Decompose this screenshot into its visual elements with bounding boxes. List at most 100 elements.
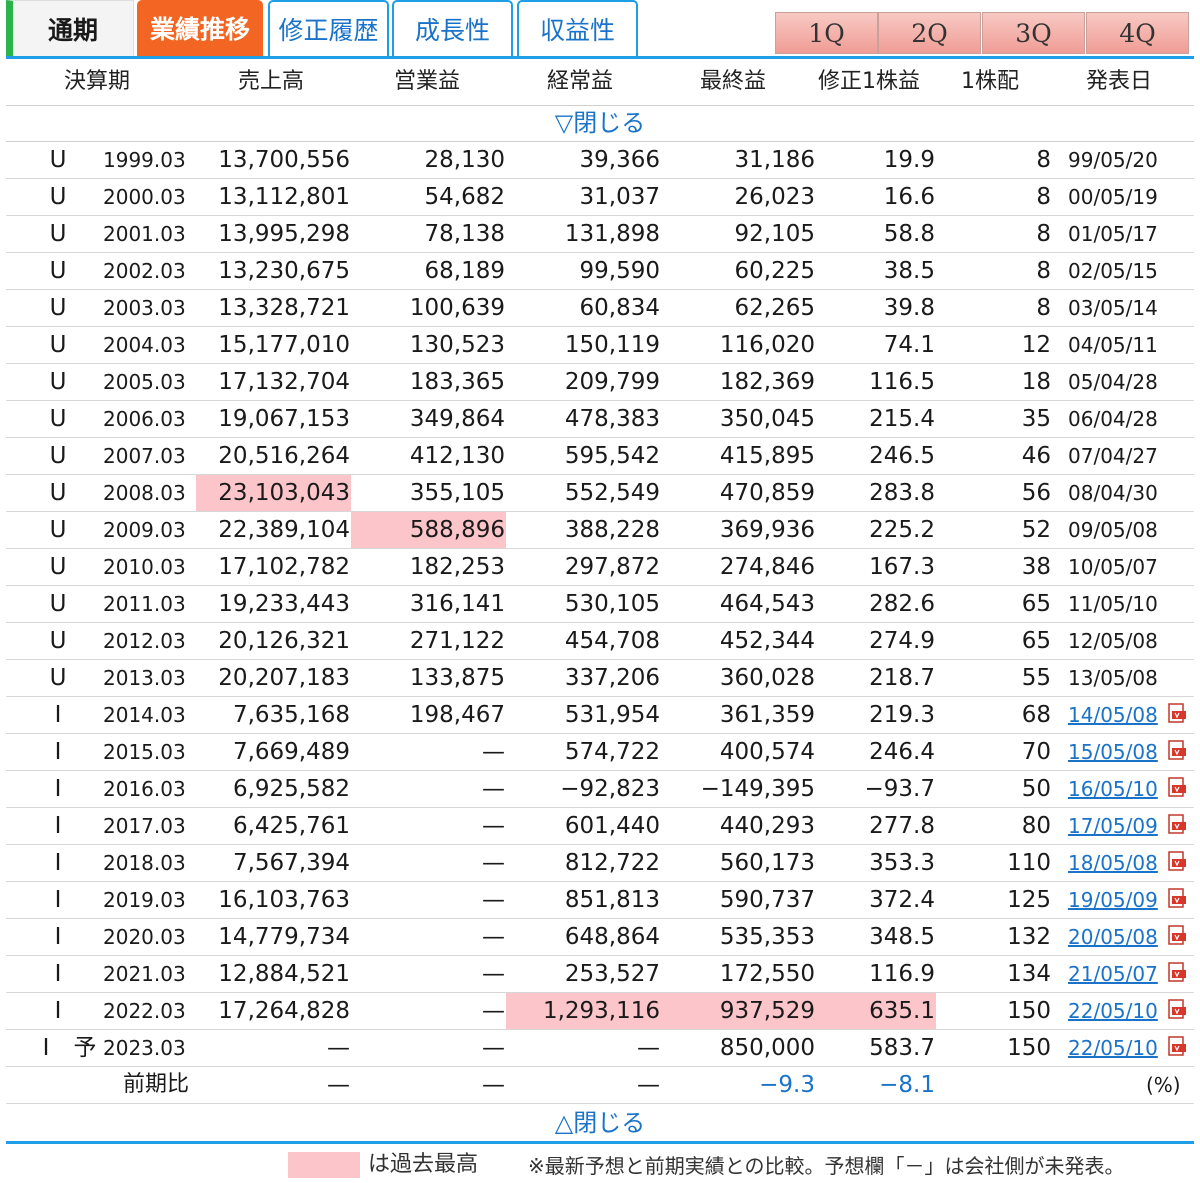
net-ratio-cell: −9.3 [759,1072,815,1098]
eps-cell: 348.5 [869,924,935,950]
pdf-icon[interactable] [1167,1036,1187,1057]
quarter-button-3q[interactable]: 3Q [982,12,1085,54]
type-cell: U [49,221,67,247]
period-cell: 2020.03 [103,925,186,949]
pdf-icon[interactable] [1167,740,1187,761]
quarter-button-4q[interactable]: 4Q [1086,12,1189,54]
close-toggle-bottom[interactable]: △閉じる [6,1105,1194,1144]
div-cell: 46 [1021,443,1051,469]
type-cell: U [49,480,67,506]
tab-gyoseki[interactable]: 業績推移 [137,0,263,56]
date-link[interactable]: 19/05/09 [1068,882,1172,918]
pdf-icon[interactable] [1167,777,1187,798]
op-cell: — [482,1035,505,1061]
type-cell: U [49,369,67,395]
date-cell: 03/05/14 [1068,296,1158,320]
div-cell: 12 [1021,332,1051,358]
date-link[interactable]: 16/05/10 [1068,771,1172,807]
eps-cell: 277.8 [869,813,935,839]
op-cell: 133,875 [409,665,505,691]
op-cell: — [482,850,505,876]
table-row: U 2001.03 13,995,298 78,138 131,898 92,1… [6,216,1194,253]
date-cell: 10/05/07 [1068,555,1158,579]
pdf-icon[interactable] [1167,962,1187,983]
ord-cell: 1,293,116 [542,998,660,1024]
eps-cell: 19.9 [883,147,935,173]
table-row: U 2013.03 20,207,183 133,875 337,206 360… [6,660,1194,697]
date-cell: 09/05/08 [1068,518,1158,542]
date-cell: 01/05/17 [1068,222,1158,246]
ord-cell: 39,366 [579,147,660,173]
div-cell: 150 [1007,1035,1051,1061]
date-link[interactable]: 18/05/08 [1068,845,1172,881]
period-cell: 2012.03 [103,629,186,653]
period-cell: 2011.03 [103,592,186,616]
header-ord: 経常益 [547,69,614,94]
type-cell: I [54,998,62,1024]
pdf-icon[interactable] [1167,851,1187,872]
date-link[interactable]: 14/05/08 [1068,697,1172,733]
eps-cell: 16.6 [883,184,935,210]
div-cell: 8 [1036,258,1051,284]
table-row: I 2014.03 7,635,168 198,467 531,954 361,… [6,697,1194,734]
op-cell: 78,138 [424,221,505,247]
eps-cell: 74.1 [883,332,935,358]
date-link[interactable]: 15/05/08 [1068,734,1172,770]
table-row-ratio: 前期比 — — — −9.3 −8.1 (%) [6,1067,1194,1104]
tab-shusei[interactable]: 修正履歴 [268,0,389,56]
ord-cell: 574,722 [564,739,660,765]
ord-cell: 253,527 [564,961,660,987]
tab-tsuki[interactable]: 通期 [6,0,134,56]
quarter-button-1q[interactable]: 1Q [775,12,878,54]
net-cell: 274,846 [719,554,815,580]
eps-cell: 215.4 [869,406,935,432]
table-row: U 2011.03 19,233,443 316,141 530,105 464… [6,586,1194,623]
date-link[interactable]: 22/05/10 [1068,1030,1172,1066]
eps-cell: 246.5 [869,443,935,469]
div-cell: 150 [1007,998,1051,1024]
date-link[interactable]: 22/05/10 [1068,993,1172,1029]
date-link[interactable]: 20/05/08 [1068,919,1172,955]
div-cell: 65 [1021,591,1051,617]
pdf-icon[interactable] [1167,999,1187,1020]
div-cell: 55 [1021,665,1051,691]
date-link[interactable]: 21/05/07 [1068,956,1172,992]
date-link[interactable]: 17/05/09 [1068,808,1172,844]
table-row: I 2020.03 14,779,734 — 648,864 535,353 3… [6,919,1194,956]
net-cell: 361,359 [719,702,815,728]
close-toggle-top[interactable]: ▽閉じる [6,105,1194,142]
eps-cell: 218.7 [869,665,935,691]
header-sales: 売上高 [238,69,305,94]
op-cell: 182,253 [409,554,505,580]
date-cell: 13/05/08 [1068,666,1158,690]
quarter-button-2q[interactable]: 2Q [878,12,981,54]
type-cell: U [49,443,67,469]
sales-cell: 22,389,104 [218,517,350,543]
ord-cell: 595,542 [564,443,660,469]
ord-cell: 530,105 [564,591,660,617]
period-cell: 2007.03 [103,444,186,468]
op-cell: 198,467 [409,702,505,728]
div-cell: 65 [1021,628,1051,654]
div-cell: 50 [1021,776,1051,802]
div-cell: 68 [1021,702,1051,728]
sales-cell: 20,516,264 [218,443,350,469]
pdf-icon[interactable] [1167,703,1187,724]
sales-cell: 6,425,761 [232,813,350,839]
type-cell: U [49,517,67,543]
eps-cell: 225.2 [869,517,935,543]
table-row: I 2018.03 7,567,394 — 812,722 560,173 35… [6,845,1194,882]
pdf-icon[interactable] [1167,925,1187,946]
net-cell: 360,028 [719,665,815,691]
table-row: I 2021.03 12,884,521 — 253,527 172,550 1… [6,956,1194,993]
period-cell: 2006.03 [103,407,186,431]
op-cell: — [482,813,505,839]
pdf-icon[interactable] [1167,814,1187,835]
tab-shueki[interactable]: 収益性 [517,0,638,56]
sales-cell: — [327,1072,350,1098]
op-cell: 68,189 [424,258,505,284]
tab-seicho[interactable]: 成長性 [392,0,513,56]
date-cell: 06/04/28 [1068,407,1158,431]
pdf-icon[interactable] [1167,888,1187,909]
eps-ratio-cell: −8.1 [879,1072,935,1098]
